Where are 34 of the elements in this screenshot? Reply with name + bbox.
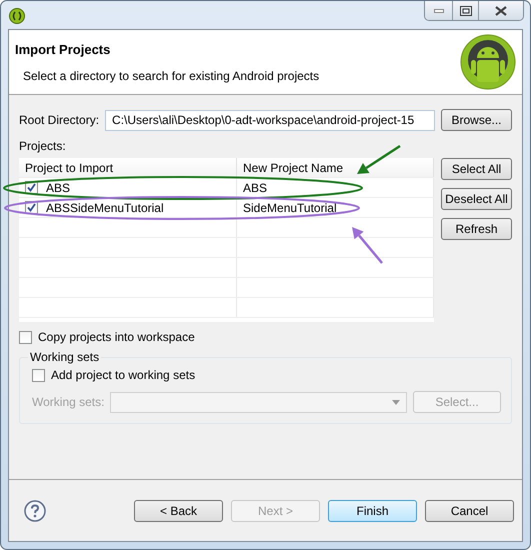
column-header[interactable]: Project to Import: [19, 158, 237, 177]
help-icon[interactable]: [24, 500, 46, 522]
root-directory-label: Root Directory:: [19, 113, 100, 127]
minimize-icon: [434, 8, 444, 12]
wizard-button[interactable]: Cancel: [425, 500, 514, 522]
wizard-button[interactable]: Finish: [328, 500, 417, 522]
wizard-title: Import Projects: [15, 42, 112, 57]
wizard-subtitle: Select a directory to search for existing Android projects: [23, 69, 320, 83]
copy-checkbox[interactable]: [19, 330, 32, 344]
dropdown-caret-icon: [392, 400, 400, 404]
pointer-arrow: [352, 227, 383, 264]
project-name: ABS: [46, 180, 70, 194]
add-working-sets-label: Add project to working sets: [51, 368, 196, 382]
new-project-name: ABS: [243, 180, 268, 194]
projects-label: Projects:: [19, 139, 67, 153]
group-title: Working sets: [29, 350, 100, 364]
maximize-button[interactable]: [452, 1, 478, 20]
project-name: ABSSideMenuTutorial: [46, 200, 164, 214]
root-directory-field[interactable]: C:\Users\ali\Desktop\0-adt-workspace\android-project-15: [105, 110, 435, 130]
close-button[interactable]: [478, 1, 523, 20]
working-sets-label: Working sets:: [32, 395, 104, 409]
wizard-button[interactable]: < Back: [134, 500, 223, 522]
maximize-icon: [460, 6, 472, 16]
app-icon: [9, 8, 25, 24]
close-icon: [495, 6, 507, 16]
column-header[interactable]: New Project Name: [237, 158, 434, 177]
table-action-button[interactable]: Select All: [441, 158, 512, 180]
table-action-button[interactable]: Deselect All: [441, 188, 512, 210]
copy-projects-label: Copy projects into workspace: [38, 330, 195, 344]
browse-button[interactable]: Browse...: [441, 109, 512, 131]
new-project-name: SideMenuTutorial: [243, 200, 337, 214]
robot-badge-icon: [460, 34, 516, 90]
pointer-arrow: [357, 144, 401, 174]
table-action-button[interactable]: Refresh: [441, 218, 512, 240]
